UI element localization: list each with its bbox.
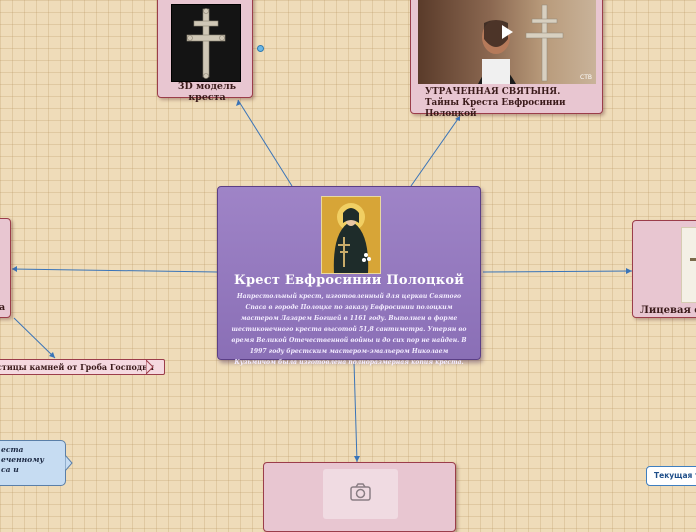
play-icon: [502, 25, 513, 39]
connector-to-left-card: [11, 268, 218, 273]
current-topic-label: Текущая т: [654, 471, 696, 480]
node-right-card[interactable]: Лицевая с: [632, 220, 696, 318]
camera-icon: [350, 483, 371, 501]
image-placeholder[interactable]: [323, 469, 398, 519]
node-left-card[interactable]: а: [0, 218, 11, 318]
link-handle[interactable]: [257, 45, 264, 52]
play-button[interactable]: [495, 21, 517, 43]
connector-to-bottom-card: [353, 361, 358, 463]
icon-image: [322, 197, 380, 273]
blue-note-arrow-icon: [65, 455, 73, 471]
node-bottom-card[interactable]: [263, 462, 456, 532]
node-stones-tag-label: стицы камней от Гроба Господня: [0, 362, 154, 372]
connector-to-tag: [13, 317, 56, 359]
saint-portrait: [321, 196, 381, 274]
node-blue-note[interactable]: еста еченному са и: [0, 440, 66, 486]
node-video-label: УТРАЧЕННАЯ СВЯТЫНЯ. Тайны Креста Евфроси…: [425, 87, 566, 119]
central-topic-description: Напрестольный крест, изготовленный для ц…: [231, 293, 467, 366]
document-icon: [690, 258, 696, 261]
node-3d-model-label: 3D модель креста: [177, 81, 237, 103]
tag-arrow-icon: [146, 360, 154, 374]
node-3d-model[interactable]: 3D модель креста: [157, 0, 253, 103]
blue-note-line-2: еченному: [1, 455, 44, 464]
connector-to-right-card: [482, 270, 633, 273]
connector-to-3d-model: [237, 99, 293, 187]
current-topic-button[interactable]: Текущая т: [646, 466, 696, 486]
blue-note-line-3: са и: [1, 465, 19, 474]
blue-note-line-1: еста: [1, 445, 24, 454]
channel-watermark: СТВ: [580, 74, 592, 81]
node-video[interactable]: СТВ УТРАЧЕННАЯ СВЯТЫНЯ. Тайны Креста Евф…: [410, 0, 603, 119]
node-left-card-label: а: [0, 302, 6, 313]
connector-to-video: [410, 115, 461, 187]
node-right-card-label: Лицевая с: [640, 305, 696, 316]
central-topic-title: Крест Евфросинии Полоцкой: [233, 273, 465, 288]
central-topic[interactable]: Крест Евфросинии Полоцкой Напрестольный …: [217, 186, 481, 366]
right-card-thumbnail: [681, 227, 696, 303]
video-thumbnail[interactable]: СТВ: [418, 0, 596, 84]
node-stones-tag[interactable]: стицы камней от Гроба Господня: [0, 359, 165, 375]
cross-icon: [186, 8, 226, 79]
cross-3d-thumbnail: [171, 4, 241, 82]
